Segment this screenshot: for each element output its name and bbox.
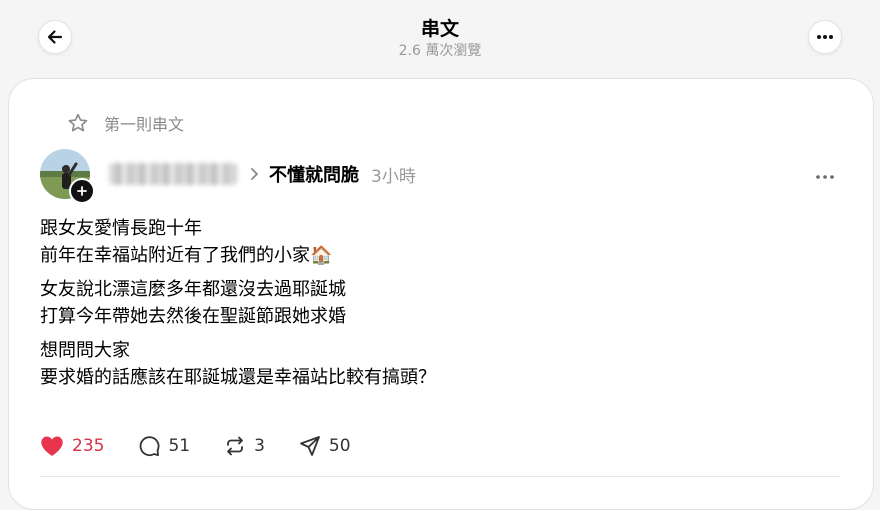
post-card: 第一則串文 不懂就問脆 3小時 跟女友愛情長跑十年 前年在幸福站附近有了我們的小… xyxy=(8,78,874,510)
star-icon xyxy=(68,113,88,132)
heart-icon xyxy=(41,436,63,456)
divider xyxy=(40,476,840,477)
repost-button[interactable]: 3 xyxy=(224,435,265,457)
share-button[interactable]: 50 xyxy=(299,435,351,457)
topic-tag[interactable]: 不懂就問脆 xyxy=(269,161,359,187)
repost-count: 3 xyxy=(254,436,265,456)
chevron-right-icon xyxy=(251,168,258,180)
repost-icon xyxy=(227,436,243,456)
more-icon xyxy=(816,175,834,179)
post-more-button[interactable] xyxy=(815,165,835,184)
more-options-button[interactable] xyxy=(808,20,842,54)
post-paragraph: 想問問大家 要求婚的話應該在耶誕城還是幸福站比較有搞頭？ xyxy=(40,340,436,388)
follow-button[interactable] xyxy=(69,178,95,204)
top-bar: 串文 2.6 萬次瀏覽 xyxy=(0,0,880,76)
plus-icon xyxy=(77,186,87,196)
post-paragraph: 跟女友愛情長跑十年 前年在幸福站附近有了我們的小家🏠 xyxy=(40,218,333,266)
post-body: 跟女友愛情長跑十年 前年在幸福站附近有了我們的小家🏠 女友說北漂這麼多年都還沒去… xyxy=(40,215,436,398)
like-button[interactable]: 235 xyxy=(40,435,104,457)
send-icon xyxy=(300,436,320,456)
post-paragraph: 女友說北漂這麼多年都還沒去過耶誕城 打算今年帶她去然後在聖誕節跟她求婚 xyxy=(40,279,346,327)
action-bar: 235 51 3 50 xyxy=(40,431,351,461)
pinned-row: 第一則串文 xyxy=(67,111,184,135)
author-row: 不懂就問脆 3小時 xyxy=(109,159,416,189)
reply-button[interactable]: 51 xyxy=(138,435,190,457)
username-blurred[interactable] xyxy=(109,163,237,185)
like-count: 235 xyxy=(72,436,105,456)
view-count: 2.6 萬次瀏覽 xyxy=(398,43,482,59)
share-count: 50 xyxy=(328,436,351,456)
pinned-label: 第一則串文 xyxy=(104,115,185,134)
more-icon xyxy=(817,35,833,39)
comment-icon xyxy=(140,436,160,457)
post-time: 3小時 xyxy=(371,166,416,187)
page-title: 串文 xyxy=(420,18,459,40)
reply-count: 51 xyxy=(168,436,191,456)
